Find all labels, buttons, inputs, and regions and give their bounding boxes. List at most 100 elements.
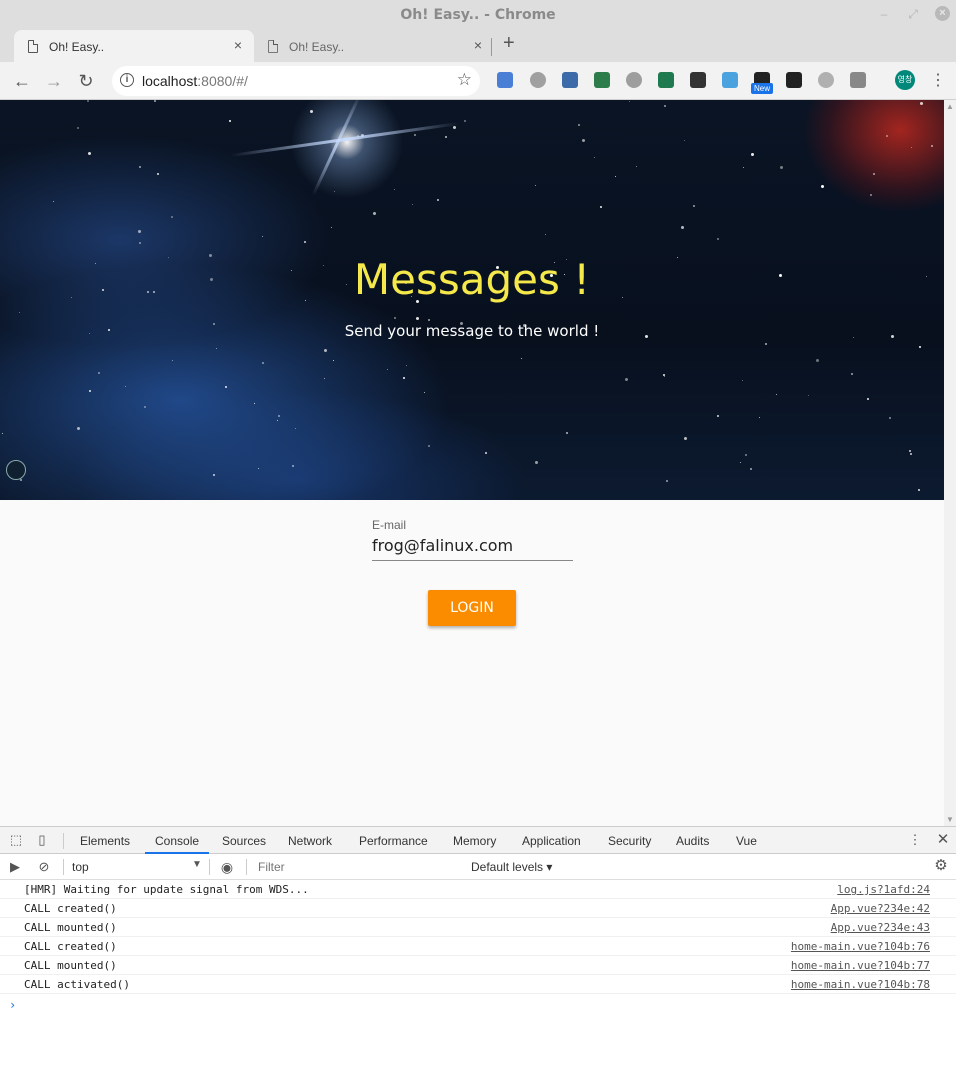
devtools-tab-application[interactable]: Application xyxy=(522,834,581,848)
scroll-down-icon[interactable]: ▼ xyxy=(946,815,954,824)
star-dot xyxy=(911,147,912,148)
scroll-up-icon[interactable]: ▲ xyxy=(946,102,954,111)
star-dot xyxy=(740,462,741,463)
star-dot xyxy=(535,461,538,464)
star-dot xyxy=(821,185,824,188)
star-dot xyxy=(88,152,91,155)
discord-icon[interactable] xyxy=(818,72,834,88)
star-dot xyxy=(254,403,255,404)
browser-tab-active[interactable]: Oh! Easy.. × xyxy=(14,30,254,62)
star-dot xyxy=(566,432,568,434)
globe-icon[interactable] xyxy=(530,72,546,88)
star-dot xyxy=(324,349,327,352)
tab-close-icon[interactable]: × xyxy=(470,37,486,53)
window-title: Oh! Easy.. - Chrome xyxy=(400,7,556,23)
context-selector[interactable]: top xyxy=(72,860,89,874)
log-source-link[interactable]: App.vue?234e:43 xyxy=(831,921,930,934)
star-dot xyxy=(437,199,439,201)
log-source-link[interactable]: home-main.vue?104b:77 xyxy=(791,959,930,972)
log-message: [HMR] Waiting for update signal from WDS… xyxy=(24,883,309,896)
star-dot xyxy=(139,242,141,244)
tab-close-icon[interactable]: × xyxy=(230,37,246,53)
devtools-tab-network[interactable]: Network xyxy=(288,834,332,848)
hero-banner: Messages ! Send your message to the worl… xyxy=(0,100,944,500)
star-dot xyxy=(919,346,921,348)
translate-icon[interactable] xyxy=(497,72,513,88)
star-dot xyxy=(684,140,685,141)
eye-icon[interactable]: ◉ xyxy=(220,860,234,874)
page-scrollbar[interactable]: ▲ ▼ xyxy=(944,100,956,826)
profile-avatar[interactable]: 영창 xyxy=(895,70,915,90)
reload-icon[interactable]: ↻ xyxy=(74,69,98,93)
hero-subtitle: Send your message to the world ! xyxy=(344,322,600,340)
devtools-separator xyxy=(63,859,64,875)
terminal-icon[interactable] xyxy=(786,72,802,88)
devtools-tab-elements[interactable]: Elements xyxy=(80,834,130,848)
bookmark-star-icon[interactable]: ☆ xyxy=(457,70,472,90)
page-document-icon xyxy=(28,40,38,53)
email-field[interactable]: frog@falinux.com xyxy=(372,536,573,558)
login-button[interactable]: LOGIN xyxy=(428,590,516,626)
new-tab-icon[interactable]: + xyxy=(503,32,515,55)
log-source-link[interactable]: home-main.vue?104b:76 xyxy=(791,940,930,953)
address-bar[interactable]: i localhost:8080/#/ ☆ xyxy=(112,66,480,96)
image-icon[interactable] xyxy=(594,72,610,88)
console-log-row: CALL activated() home-main.vue?104b:78 xyxy=(0,975,956,994)
gear-icon[interactable]: ⚙ xyxy=(934,858,948,873)
console-filter-input[interactable] xyxy=(254,857,462,877)
star-dot xyxy=(918,489,920,491)
devtools-tab-sources[interactable]: Sources xyxy=(222,834,266,848)
hero-title: Messages ! xyxy=(353,255,591,304)
star-dot xyxy=(424,392,425,393)
log-levels-dropdown[interactable]: Default levels ▾ xyxy=(471,860,552,874)
screen-capture-icon[interactable] xyxy=(562,72,578,88)
site-info-icon[interactable]: i xyxy=(120,73,134,87)
devtools-tab-performance[interactable]: Performance xyxy=(359,834,428,848)
window-close-icon[interactable]: × xyxy=(935,6,950,21)
chevron-down-icon[interactable]: ▼ xyxy=(192,859,202,870)
font-icon[interactable] xyxy=(690,72,706,88)
star-dot xyxy=(216,348,217,349)
url-host: localhost xyxy=(142,73,198,89)
clear-console-icon[interactable]: ⊘ xyxy=(37,860,51,874)
log-source-link[interactable]: log.js?1afd:24 xyxy=(837,883,930,896)
vue-devtools-icon[interactable] xyxy=(658,72,674,88)
star-dot xyxy=(594,157,595,158)
star-dot xyxy=(759,417,760,418)
minimize-icon[interactable]: – xyxy=(877,7,891,21)
star-dot xyxy=(310,110,313,113)
star-dot xyxy=(636,166,637,167)
camera-icon[interactable] xyxy=(850,72,866,88)
log-source-link[interactable]: App.vue?234e:42 xyxy=(831,902,930,915)
forward-icon[interactable]: → xyxy=(42,69,66,93)
devtools-close-icon[interactable]: ✕ xyxy=(936,832,950,847)
devtools-tab-audits[interactable]: Audits xyxy=(676,834,709,848)
star-dot xyxy=(578,124,580,126)
tab-label: Oh! Easy.. xyxy=(289,40,345,54)
device-toolbar-icon[interactable]: ▯ xyxy=(35,833,49,847)
star-dot xyxy=(334,191,335,192)
browser-tab[interactable]: Oh! Easy.. × xyxy=(254,30,494,62)
devtools-menu-icon[interactable]: ⋮ xyxy=(908,833,922,847)
maximize-icon[interactable]: ⤢ xyxy=(906,7,920,21)
browser-menu-icon[interactable]: ⋮ xyxy=(930,70,946,90)
star-dot xyxy=(403,377,405,379)
devtools-tab-console[interactable]: Console xyxy=(155,834,199,848)
star-dot xyxy=(666,480,668,482)
devtools-tab-vue[interactable]: Vue xyxy=(736,834,757,848)
inspect-element-icon[interactable]: ⬚ xyxy=(9,833,23,847)
star-dot xyxy=(909,450,911,452)
gear-extension-icon[interactable] xyxy=(626,72,642,88)
star-dot xyxy=(225,386,227,388)
star-dot xyxy=(258,468,259,469)
app-icon[interactable] xyxy=(722,72,738,88)
devtools-tab-security[interactable]: Security xyxy=(608,834,651,848)
console-log-row: [HMR] Waiting for update signal from WDS… xyxy=(0,880,956,899)
star-dot xyxy=(664,105,666,107)
log-source-link[interactable]: home-main.vue?104b:78 xyxy=(791,978,930,991)
sidebar-toggle-icon[interactable]: ▶ xyxy=(8,860,22,874)
console-prompt[interactable]: › xyxy=(9,998,16,1012)
back-icon[interactable]: ← xyxy=(10,69,34,93)
planet-decoration xyxy=(6,460,26,480)
devtools-tab-memory[interactable]: Memory xyxy=(453,834,496,848)
